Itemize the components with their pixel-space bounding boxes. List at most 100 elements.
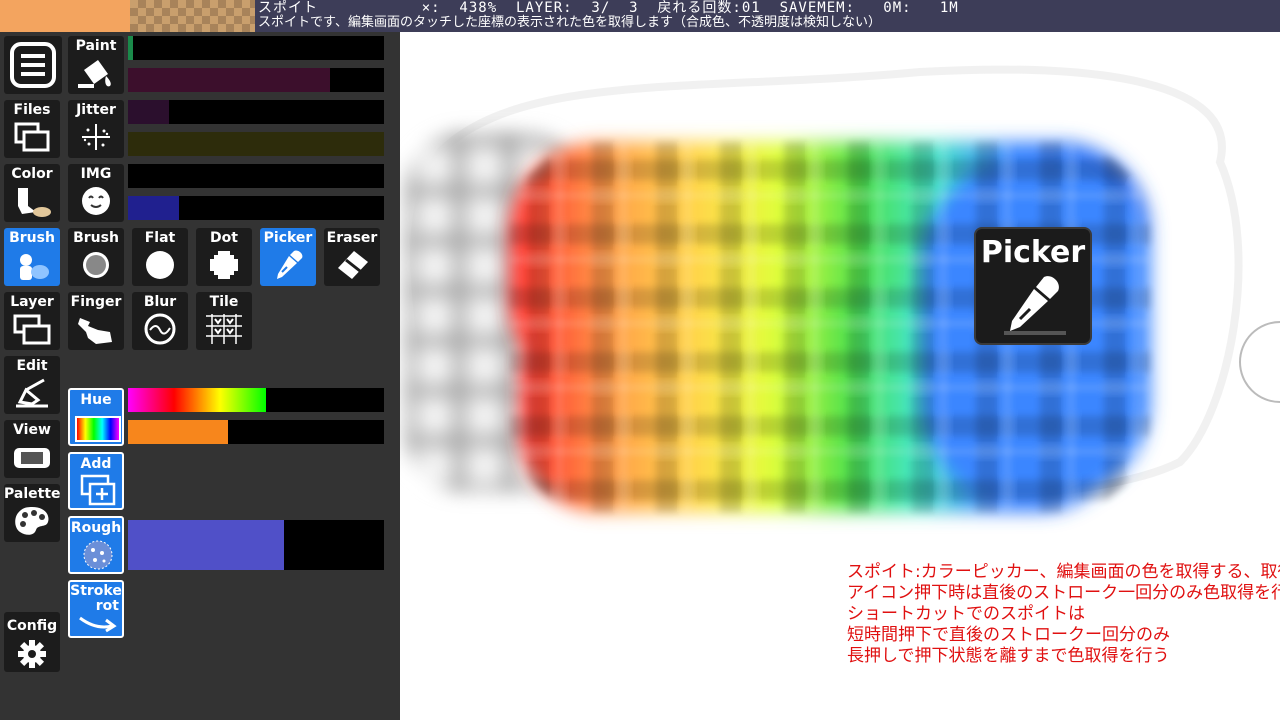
tool-panel: Files Color Brush Layer Edit View Palett…	[0, 32, 400, 720]
info-line-2: アイコン押下時は直後のストローク一回分のみ色取得を行い直前のペンモードに戻る	[847, 583, 1280, 603]
palette-icon	[15, 507, 49, 535]
menu-button[interactable]	[4, 36, 62, 94]
status-line-2: スポイトです、編集画面のタッチした座標の表示された色を取得します（合成色、不透明…	[258, 15, 881, 30]
paint-bucket-icon	[78, 60, 111, 88]
slider-1[interactable]	[128, 36, 384, 60]
info-line-4: 短時間押下で直後のストロークー回分のみ	[847, 625, 1170, 645]
blur-icon	[144, 313, 176, 345]
rough-button[interactable]: Rough	[68, 516, 124, 574]
eyedropper-large-icon	[1004, 276, 1066, 335]
tile-grid-icon	[206, 314, 242, 344]
eyedropper-icon	[277, 250, 303, 279]
picker-preview-card: Picker	[974, 227, 1092, 345]
tile-tool-label: Tile	[209, 294, 239, 310]
status-line-1: スポイト ×: 438% LAYER: 3/ 3 戻れる回数:01 SAVEME…	[258, 0, 959, 16]
rough-texture-icon	[83, 540, 113, 570]
view-button[interactable]: View	[4, 420, 60, 478]
slider-6-fill	[128, 196, 180, 220]
add-slider-fill	[128, 420, 228, 444]
smiley-icon	[82, 187, 110, 215]
files-button[interactable]: Files	[4, 100, 60, 158]
slider-4[interactable]	[128, 132, 384, 156]
flat-tool-label: Flat	[144, 230, 176, 246]
palette-label: Palette	[4, 486, 61, 502]
hue-slider-fill	[128, 388, 267, 412]
info-line-1: スポイト:カラーピッカー、編集画面の色を取得する、取得色情報は合成表示色	[847, 562, 1280, 582]
dot-tip-icon	[210, 251, 238, 279]
brush-tool-button[interactable]: Brush	[68, 228, 124, 286]
paint-tube-icon	[18, 188, 51, 217]
img-button[interactable]: IMG	[68, 164, 124, 222]
layer-label: Layer	[10, 294, 54, 310]
hue-button[interactable]: Hue	[68, 388, 124, 446]
dot-tool-label: Dot	[210, 230, 238, 246]
slider-1-fill	[128, 36, 134, 60]
slider-6[interactable]	[128, 196, 384, 220]
slider-2[interactable]	[128, 68, 384, 92]
jitter-icon	[82, 124, 110, 150]
picker-description: スポイト:カラーピッカー、編集画面の色を取得する、取得色情報は合成表示色 アイコ…	[847, 562, 1280, 667]
stroke-rot-label: Stroke rot	[70, 584, 122, 614]
eraser-tool-button[interactable]: Eraser	[324, 228, 380, 286]
edit-button[interactable]: Edit	[4, 356, 60, 414]
brush-icon	[20, 254, 49, 280]
tile-tool-button[interactable]: Tile	[196, 292, 252, 350]
dot-tool-button[interactable]: Dot	[196, 228, 252, 286]
slider-5[interactable]	[128, 164, 384, 188]
drawing-canvas[interactable]: Picker スポイト:カラーピッカー、編集画面の色を取得する、取得色情報は合成…	[400, 32, 1280, 720]
blur-tool-label: Blur	[143, 294, 177, 310]
stroke-rotate-icon	[79, 616, 117, 633]
add-slider[interactable]	[128, 420, 384, 444]
color-button[interactable]: Color	[4, 164, 60, 222]
slider-3[interactable]	[128, 100, 384, 124]
rough-label: Rough	[70, 520, 122, 536]
finger-icon	[78, 318, 112, 344]
hamburger-icon	[10, 42, 56, 88]
rough-slider[interactable]	[128, 520, 384, 570]
alpha-preview	[130, 0, 255, 32]
layer-button[interactable]: Layer	[4, 292, 60, 350]
slider-3-fill	[128, 100, 169, 124]
finger-tool-button[interactable]: Finger	[68, 292, 124, 350]
brush-tip-icon	[83, 252, 109, 278]
files-icon	[14, 122, 50, 152]
info-line-5: 長押しで押下状態を離すまで色取得を行う	[847, 646, 1170, 666]
color-label: Color	[11, 166, 53, 182]
jitter-label: Jitter	[76, 102, 116, 118]
add-blend-label: Add	[80, 456, 112, 472]
brush-tool-label: Brush	[73, 230, 119, 246]
stroke-rot-button[interactable]: Stroke rot	[68, 580, 124, 638]
handheld-device-icon	[14, 448, 50, 468]
picker-tool-button[interactable]: Picker	[260, 228, 316, 286]
palette-button[interactable]: Palette	[4, 484, 61, 542]
paint-button[interactable]: Paint	[68, 36, 124, 94]
status-bar: スポイト ×: 438% LAYER: 3/ 3 戻れる回数:01 SAVEME…	[0, 0, 1280, 32]
info-line-3: ショートカットでのスポイトは	[847, 604, 1085, 624]
config-button[interactable]: Config	[4, 612, 60, 672]
files-label: Files	[13, 102, 51, 118]
add-layer-icon	[80, 474, 116, 506]
img-label: IMG	[80, 166, 112, 182]
edit-label: Edit	[16, 358, 48, 374]
current-color-swatch[interactable]	[0, 0, 130, 32]
jitter-button[interactable]: Jitter	[68, 100, 124, 158]
add-blend-button[interactable]: Add	[68, 452, 124, 510]
finger-tool-label: Finger	[70, 294, 122, 310]
edit-pen-icon	[16, 378, 48, 408]
picker-card-label: Picker	[980, 235, 1086, 270]
flat-tool-button[interactable]: Flat	[132, 228, 188, 286]
blur-tool-button[interactable]: Blur	[132, 292, 188, 350]
slider-4-fill	[128, 132, 384, 156]
eraser-tool-label: Eraser	[326, 230, 378, 246]
config-label: Config	[6, 618, 58, 634]
stroke-rot-label-line1: Stroke	[70, 583, 122, 599]
hue-spectrum-icon	[75, 416, 121, 442]
slider-2-fill	[128, 68, 331, 92]
brush-mode-label: Brush	[9, 230, 55, 246]
hue-label: Hue	[80, 392, 112, 408]
eraser-icon	[338, 251, 368, 279]
brush-mode-button[interactable]: Brush	[4, 228, 60, 286]
view-label: View	[13, 422, 51, 438]
hue-slider[interactable]	[128, 388, 384, 412]
rough-slider-fill	[128, 520, 285, 570]
